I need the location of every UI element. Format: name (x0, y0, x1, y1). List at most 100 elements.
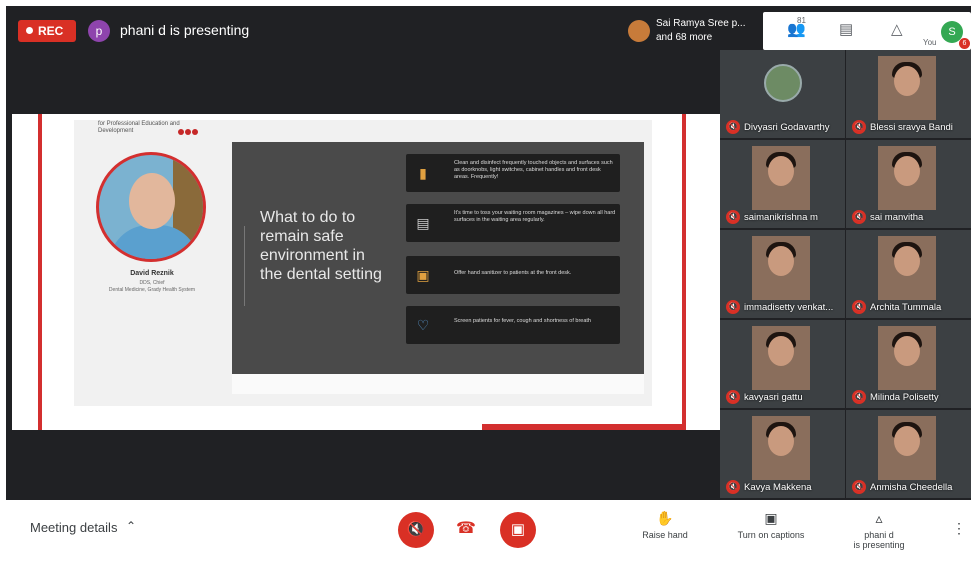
shared-slide: for Professional Education and Developme… (74, 120, 652, 406)
camera-toggle-button[interactable]: ▣ (500, 512, 536, 548)
phone-icon: ☎ (456, 520, 476, 537)
participant-tile[interactable]: 🔇 immadisetty venkat... (720, 230, 845, 318)
bottom-bar: Meeting details ⌃ 🔇 ☎ ▣ ✋ Raise hand ▣ T… (6, 500, 971, 558)
mic-off-icon: 🔇 (852, 480, 866, 494)
present-icon: ▵ (875, 510, 883, 526)
participant-grid: 🔇 Divyasri Godavarthy 🔇 Blessi sravya Ba… (720, 50, 971, 500)
slide-bottom-bar (482, 424, 682, 430)
participant-name: Divyasri Godavarthy (744, 122, 830, 133)
participant-name: Archita Tummala (870, 302, 942, 313)
slide-footer (232, 374, 644, 394)
participant-tile[interactable]: 🔇 saimanikrishna m (720, 140, 845, 228)
slide-right-border (682, 114, 686, 430)
meet-window: REC p phani d is presenting Sai Ramya Sr… (6, 6, 971, 558)
raise-hand-label: Raise hand (642, 530, 688, 540)
presentation-stage: for Professional Education and Developme… (12, 114, 720, 430)
mic-off-icon: 🔇 (726, 300, 740, 314)
tip-card: ▤ It's time to toss your waiting room ma… (406, 204, 620, 242)
mic-off-icon: 🔇 (726, 390, 740, 404)
participant-video (878, 326, 936, 390)
meeting-details-button[interactable]: Meeting details (30, 520, 117, 535)
participant-name: Blessi sravya Bandi (870, 122, 953, 133)
participant-video (878, 56, 936, 120)
mic-off-icon: 🔇 (852, 210, 866, 224)
mic-off-icon: 🔇 (726, 480, 740, 494)
activities-icon[interactable]: △ (891, 20, 903, 38)
recording-label: REC (38, 24, 64, 38)
participant-name: immadisetty venkat... (744, 302, 834, 313)
participant-video (752, 416, 810, 480)
participant-tile[interactable]: 🔇 Blessi sravya Bandi (846, 50, 971, 138)
more-options-icon[interactable]: ⋮ (952, 520, 966, 537)
slide-headline: What to do to remain safe environment in… (260, 209, 382, 283)
tip-card: ♡ Screen patients for fever, cough and s… (406, 306, 620, 344)
recording-badge: REC (18, 20, 76, 42)
chat-icon[interactable]: ▤ (839, 20, 853, 38)
mic-off-icon: 🔇 (852, 390, 866, 404)
mic-off-icon: 🔇 (726, 210, 740, 224)
speaker-photo (96, 152, 206, 262)
participant-tile[interactable]: 🔇 sai manvitha (846, 140, 971, 228)
participant-avatar (764, 64, 802, 102)
notification-badge: 6 (959, 38, 970, 49)
tip-text: It's time to toss your waiting room maga… (454, 210, 616, 223)
captions-label: Turn on captions (737, 530, 805, 540)
participants-summary[interactable]: Sai Ramya Sree p... and 68 more (626, 16, 756, 48)
participants-more-count: and 68 more (656, 32, 713, 43)
mic-off-icon: 🔇 (852, 120, 866, 134)
presenting-line1: phani d (864, 530, 894, 540)
people-count-badge: 81 (797, 16, 806, 25)
tip-text: Clean and disinfect frequently touched o… (454, 160, 613, 180)
hand-icon: ✋ (656, 510, 674, 526)
magazine-icon: ▤ (416, 215, 430, 231)
captions-button[interactable]: ▣ Turn on captions (726, 510, 816, 540)
participant-video (878, 416, 936, 480)
participant-tile[interactable]: 🔇 Divyasri Godavarthy (720, 50, 845, 138)
slide-left-border (38, 114, 42, 430)
participant-name: sai manvitha (870, 212, 924, 223)
tip-card: ▣ Offer hand sanitizer to patients at th… (406, 256, 620, 294)
speaker-name: David Reznik (130, 270, 174, 277)
raise-hand-button[interactable]: ✋ Raise hand (620, 510, 710, 540)
participants-first-name: Sai Ramya Sree p... (656, 18, 746, 29)
record-dot-icon (26, 27, 33, 34)
mic-toggle-button[interactable]: 🔇 (398, 512, 434, 548)
mic-off-icon: 🔇 (406, 521, 426, 538)
participant-name: Kavya Makkena (744, 482, 812, 493)
speaker-title: DDS, Chief (139, 280, 165, 286)
participant-name: saimanikrishna m (744, 212, 818, 223)
speaker-org: Dental Medicine, Grady Health System (108, 287, 196, 293)
mic-off-icon: 🔇 (852, 300, 866, 314)
presenter-avatar: p (88, 20, 110, 42)
participant-video (878, 146, 936, 210)
participant-video (752, 236, 810, 300)
top-right-toolbar: 👥 81 ▤ △ You S 6 (763, 12, 971, 50)
participant-tile[interactable]: 🔇 Kavya Makkena (720, 410, 845, 498)
camera-off-icon: ▣ (510, 521, 526, 538)
participant-tile[interactable]: 🔇 Milinda Polisetty (846, 320, 971, 408)
tips-panel: What to do to remain safe environment in… (232, 142, 644, 374)
heart-icon: ♡ (416, 317, 430, 333)
logo-text: for Professional Education and Developme… (98, 121, 180, 134)
captions-icon: ▣ (764, 510, 778, 526)
participant-avatar (628, 20, 650, 42)
logo-mark-icon (178, 122, 199, 140)
speaker-subtitle: DDS, Chief Dental Medicine, Grady Health… (94, 280, 210, 294)
spray-icon: ▮ (419, 165, 427, 181)
presenting-line2: is presenting (853, 540, 905, 550)
participant-name: kavyasri gattu (744, 392, 803, 403)
presenting-title: phani d is presenting (120, 22, 250, 38)
sanitizer-icon: ▣ (416, 267, 430, 283)
mic-off-icon: 🔇 (726, 120, 740, 134)
participant-tile[interactable]: 🔇 Archita Tummala (846, 230, 971, 318)
participant-video (752, 326, 810, 390)
participant-name: Milinda Polisetty (870, 392, 939, 403)
participant-name: Anmisha Cheedella (870, 482, 953, 493)
top-bar: REC p phani d is presenting Sai Ramya Sr… (6, 6, 971, 56)
participant-tile[interactable]: 🔇 Anmisha Cheedella (846, 410, 971, 498)
you-label: You (923, 38, 937, 47)
participant-tile[interactable]: 🔇 kavyasri gattu (720, 320, 845, 408)
hang-up-button[interactable]: ☎ (456, 518, 476, 538)
present-button[interactable]: ▵ phani d is presenting (834, 510, 924, 550)
chevron-up-icon[interactable]: ⌃ (126, 519, 136, 533)
